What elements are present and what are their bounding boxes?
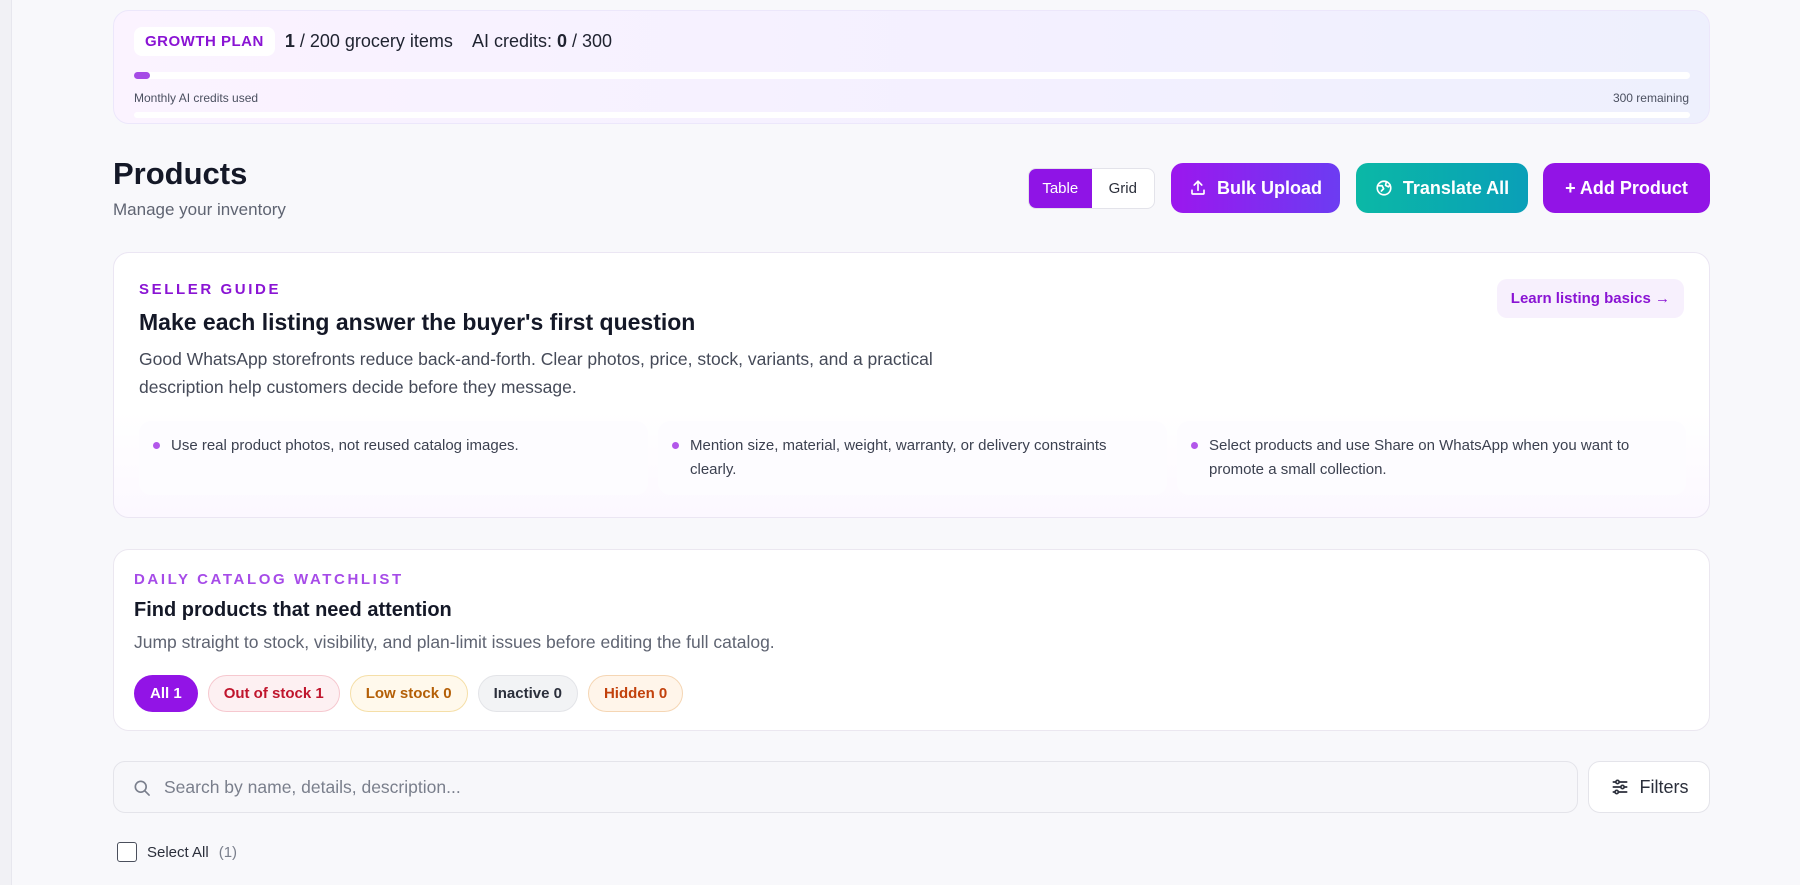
chip-all[interactable]: All 1: [134, 675, 198, 712]
add-product-button[interactable]: + Add Product: [1543, 163, 1710, 213]
bulk-upload-button[interactable]: Bulk Upload: [1171, 163, 1340, 213]
credits-limit-text: / 300: [572, 31, 613, 51]
seller-guide-card: SELLER GUIDE Make each listing answer th…: [113, 252, 1710, 518]
chip-hidden[interactable]: Hidden 0: [587, 675, 684, 712]
plan-item-usage: 1 / 200 grocery items AI credits: 0 / 30…: [285, 31, 612, 52]
search-input[interactable]: [164, 762, 1564, 812]
seller-guide-description: Good WhatsApp storefronts reduce back-an…: [139, 349, 933, 397]
secondary-progress-bar: [134, 112, 1690, 118]
view-grid-button[interactable]: Grid: [1092, 169, 1155, 208]
watchlist-filter-chips: All 1 Out of stock 1 Low stock 0 Inactiv…: [134, 675, 684, 712]
credits-caption: Monthly AI credits used: [134, 91, 259, 105]
watchlist-eyebrow: DAILY CATALOG WATCHLIST: [134, 571, 404, 588]
translate-icon: [1376, 180, 1392, 196]
watchlist-title: Find products that need attention: [134, 599, 452, 621]
tip-item: Mention size, material, weight, warranty…: [658, 421, 1167, 495]
plan-usage-banner: GROWTH PLAN 1 / 200 grocery items AI cre…: [113, 10, 1710, 124]
chip-out-of-stock[interactable]: Out of stock 1: [207, 675, 340, 712]
items-limit-text: / 200 grocery items: [299, 31, 453, 51]
items-used-count: 1: [284, 31, 295, 51]
seller-guide-eyebrow: SELLER GUIDE: [139, 281, 282, 298]
filters-button[interactable]: Filters: [1588, 761, 1710, 813]
select-all-count: (1): [218, 843, 238, 861]
search-bar: [113, 761, 1578, 813]
page-title: Products: [113, 156, 248, 191]
app-sidebar-edge: [0, 0, 12, 885]
sliders-icon: [1612, 779, 1627, 795]
view-toggle: Table Grid: [1028, 168, 1155, 209]
bulk-upload-label: Bulk Upload: [1216, 177, 1322, 198]
chip-inactive[interactable]: Inactive 0: [477, 675, 578, 712]
upload-icon: [1191, 180, 1205, 195]
credits-progress-fill: [134, 72, 150, 79]
translate-all-label: Translate All: [1402, 177, 1510, 198]
credits-used-count: 0: [557, 31, 568, 51]
view-table-button[interactable]: Table: [1029, 169, 1092, 208]
select-all-label: Select All: [147, 843, 209, 861]
select-all-checkbox[interactable]: [117, 842, 137, 862]
catalog-watchlist-card: DAILY CATALOG WATCHLIST Find products th…: [113, 549, 1710, 731]
filters-label: Filters: [1639, 776, 1689, 797]
seller-guide-tips: Use real product photos, not reused cata…: [139, 421, 1686, 495]
credits-remaining: 300 remaining: [1612, 91, 1689, 105]
tip-item: Select products and use Share on WhatsAp…: [1177, 421, 1686, 495]
tip-item: Use real product photos, not reused cata…: [139, 421, 648, 495]
translate-all-button[interactable]: Translate All: [1356, 163, 1528, 213]
search-icon: [134, 780, 150, 796]
learn-listing-basics-link[interactable]: Learn listing basics →: [1496, 279, 1684, 318]
credits-progress-bar: [134, 72, 1690, 79]
page-subtitle: Manage your inventory: [113, 200, 286, 219]
chip-low-stock[interactable]: Low stock 0: [349, 675, 468, 712]
credits-label: AI credits:: [471, 31, 552, 51]
seller-guide-title: Make each listing answer the buyer's fir…: [139, 309, 696, 335]
select-all-control[interactable]: Select All (1): [117, 842, 237, 862]
plan-badge: GROWTH PLAN: [134, 27, 275, 56]
watchlist-description: Jump straight to stock, visibility, and …: [134, 632, 775, 652]
